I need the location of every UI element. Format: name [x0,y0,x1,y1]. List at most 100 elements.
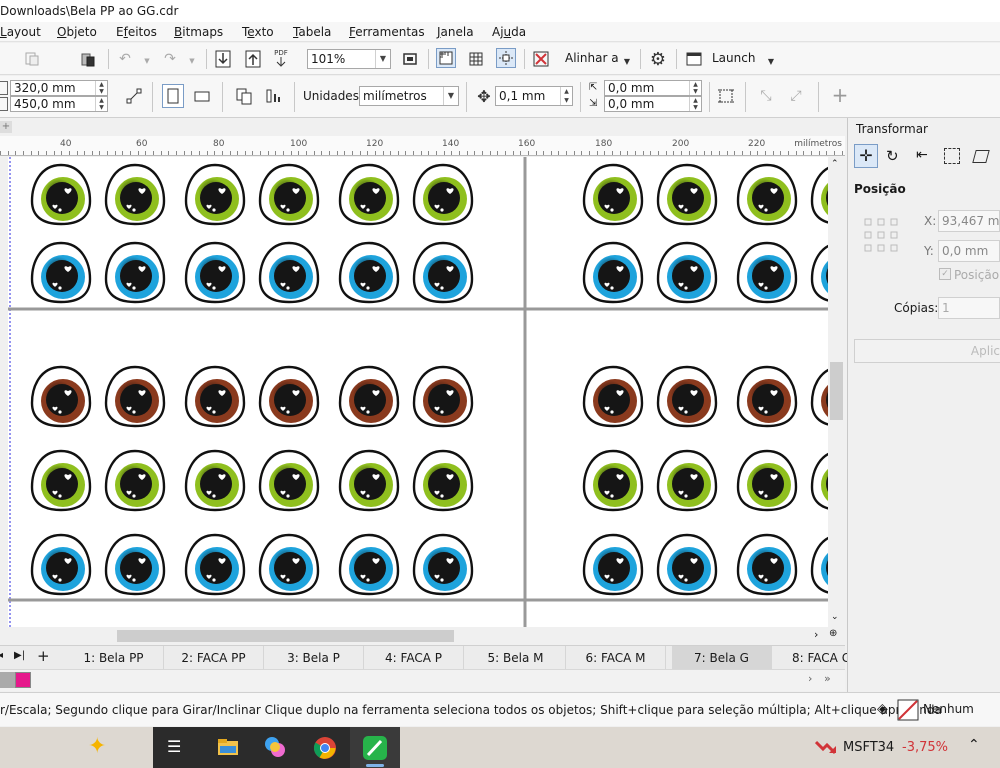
anchor-grid-icon[interactable] [864,218,898,252]
eye-brown-3-3[interactable] [184,363,246,429]
no-fill-swatch-icon[interactable] [897,699,919,721]
ruler-origin-icon[interactable]: + [0,121,12,133]
eye-blue-5-9[interactable] [736,531,798,597]
eye-green-4-7[interactable] [582,447,644,513]
gear-icon[interactable]: ⚙ [648,49,668,70]
launch-dropdown-icon[interactable]: ▼ [761,51,781,71]
launch-button[interactable]: Launch [712,51,755,65]
eye-blue-2-1[interactable] [30,239,92,305]
undo-icon[interactable]: ↶ [115,49,135,69]
eye-blue-2-7[interactable] [582,239,644,305]
eye-brown-3-8[interactable] [656,363,718,429]
relative-position-checkbox[interactable]: ✓ [939,268,951,280]
add-page-icon[interactable]: + [37,647,50,665]
fill-bucket-icon[interactable]: ◈ [877,701,888,717]
eye-green-4-3[interactable] [184,447,246,513]
eye-blue-2-6[interactable] [412,239,474,305]
apply-button[interactable]: Aplic [854,339,1000,363]
treat-as-filled-icon[interactable] [716,86,736,106]
show-grid-icon[interactable] [466,49,486,69]
eye-green-1-1[interactable] [30,161,92,227]
import-file-icon[interactable] [213,49,233,69]
eye-blue-2-2[interactable] [104,239,166,305]
eye-green-1-9[interactable] [736,161,798,227]
menu-ajuda[interactable]: Ajuda [492,24,526,40]
zoom-icon[interactable]: ⊕ [829,628,837,639]
export-file-icon[interactable] [243,49,263,69]
transform-icon[interactable]: ⤢ [786,86,806,106]
eye-brown-3-1[interactable] [30,363,92,429]
chevron-up-icon[interactable]: ⌃ [831,159,839,169]
import-icon[interactable] [22,49,42,69]
tab-page-7[interactable]: 7: Bela G [672,646,772,670]
menu-layout[interactable]: Layout [0,24,41,40]
eye-blue-5-1[interactable] [30,531,92,597]
redo-icon[interactable]: ↷ [160,49,180,69]
tab-page-2[interactable]: 2: FACA PP [164,646,264,670]
nudge-distance-field[interactable]: 0,1 mm ▲ ▼ [495,86,573,106]
eye-green-4-9[interactable] [736,447,798,513]
portrait-orientation-icon[interactable] [162,84,184,108]
eye-blue-2-8[interactable] [656,239,718,305]
eye-green-1-7[interactable] [582,161,644,227]
tab-page-1[interactable]: 1: Bela PP [64,646,164,670]
tab-page-3[interactable]: 3: Bela P [264,646,364,670]
menu-texto[interactable]: Texto [242,24,274,40]
position-y-field[interactable]: 0,0 mm [938,240,1000,262]
chevron-right-icon[interactable]: › [808,672,812,685]
eye-blue-2-10[interactable] [810,239,828,305]
show-hidden-icons-chevron[interactable]: ⌃ [968,737,980,753]
duplicate-x-field[interactable]: 0,0 mm ▲ ▼ [604,80,702,96]
eye-blue-5-2[interactable] [104,531,166,597]
pdf-export-icon[interactable]: PDF [271,48,291,68]
eye-green-1-10[interactable] [810,161,828,227]
eye-green-4-2[interactable] [104,447,166,513]
rotate-tab-icon[interactable]: ↻ [886,147,899,165]
add-icon[interactable]: + [830,83,850,107]
eye-brown-3-10[interactable] [810,363,828,429]
eye-green-1-5[interactable] [338,161,400,227]
eye-blue-5-5[interactable] [338,531,400,597]
object-height-field[interactable]: 450,0 mm ▲ ▼ [10,96,108,112]
menu-bitmaps[interactable]: Bitmaps [174,24,223,40]
size-tab-icon[interactable] [944,148,960,164]
eye-green-4-8[interactable] [656,447,718,513]
tab-page-5[interactable]: 5: Bela M [466,646,566,670]
chrome-icon[interactable] [313,736,337,760]
lock-ratio-icon[interactable] [124,86,144,106]
align-dropdown-icon[interactable]: ▼ [617,51,637,71]
menu-janela[interactable]: Janela [437,24,474,40]
horizontal-scroll-thumb[interactable] [117,630,454,642]
eye-blue-5-8[interactable] [656,531,718,597]
menu-tabela[interactable]: Tabela [293,24,331,40]
eye-blue-5-7[interactable] [582,531,644,597]
object-width-field[interactable]: 320,0 mm ▲ ▼ [10,80,108,96]
eye-blue-2-3[interactable] [184,239,246,305]
coreldraw-taskbar-item[interactable] [350,727,400,768]
copies-field[interactable]: 1 [938,297,1000,319]
menu-efeitos[interactable]: Efeitos [116,24,157,40]
eye-brown-3-5[interactable] [338,363,400,429]
prev-page-icon[interactable]: ◂ [0,650,3,661]
eye-green-4-10[interactable] [810,447,828,513]
copilot-sparkle-icon[interactable]: ✦ [88,734,106,759]
menu-objeto[interactable]: Objeto [57,24,97,40]
position-tab-icon[interactable]: ✛ [854,144,878,168]
eye-blue-5-10[interactable] [810,531,828,597]
position-x-field[interactable]: 93,467 mm [938,210,1000,232]
eye-brown-3-7[interactable] [582,363,644,429]
copilot-app-icon[interactable] [264,736,286,758]
landscape-orientation-icon[interactable] [192,86,212,106]
last-page-icon[interactable]: ▶| [14,650,25,661]
zoom-level-combo[interactable]: 101% ▼ [307,49,391,69]
eye-green-4-1[interactable] [30,447,92,513]
eye-blue-5-6[interactable] [412,531,474,597]
tab-page-4[interactable]: 4: FACA P [364,646,464,670]
eye-green-4-4[interactable] [258,447,320,513]
eye-brown-3-6[interactable] [412,363,474,429]
chevron-down-icon[interactable]: ⌄ [831,612,839,622]
swatch-gray[interactable] [0,672,15,688]
eye-green-1-2[interactable] [104,161,166,227]
show-rulers-icon[interactable] [436,48,456,68]
all-pages-icon[interactable] [234,86,254,106]
